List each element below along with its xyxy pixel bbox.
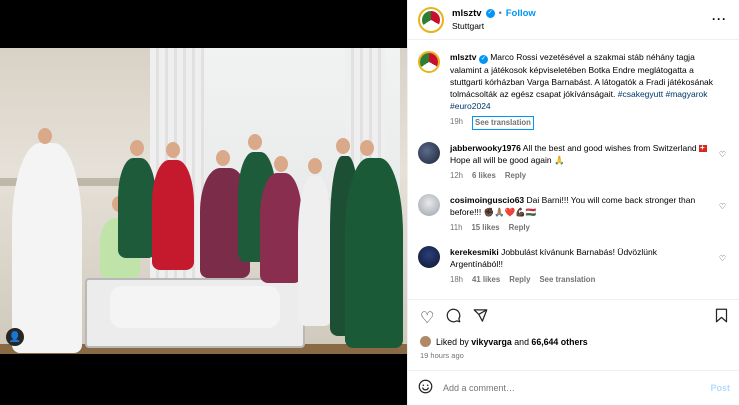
person-nurse-3 [298,176,332,326]
comment-likes[interactable]: 41 likes [472,274,500,286]
crest-icon [420,53,438,71]
verified-icon: ✓ [478,54,488,64]
person-staff-1 [118,158,156,258]
instagram-post-modal: 👤 mlsztv ✓ • Follow Stuttgart ··· mlsztv… [0,0,739,405]
crest-icon [422,10,440,29]
comment-time: 12h [450,170,464,180]
reply-button[interactable]: Reply [509,274,530,286]
liker-username[interactable]: vikyvarga [471,337,512,347]
likes-count[interactable]: 66,644 others [531,337,587,347]
person-head [38,128,52,144]
commenter-avatar[interactable] [418,193,440,216]
post-photo [0,48,407,354]
post-media[interactable]: 👤 [0,0,407,405]
post-location[interactable]: Stuttgart [452,20,536,33]
person-doctor [12,143,82,353]
caption: mlsztv ✓ Marco Rossi vezetésével a szakm… [418,51,730,130]
post-comment-button[interactable]: Post [710,383,730,393]
commenter-avatar[interactable] [418,141,440,164]
caption-time[interactable]: 19h [450,116,463,130]
see-translation-button[interactable]: See translation [472,115,534,130]
author-avatar[interactable] [418,51,440,73]
emoji-icon[interactable] [418,379,433,398]
post-header: mlsztv ✓ • Follow Stuttgart ··· [408,0,739,40]
see-translation-button[interactable]: See translation [539,274,595,286]
person-head [308,158,322,174]
liked-by-and: and [514,336,529,347]
person-head [216,150,230,166]
verified-icon: ✓ [485,8,495,18]
heart-icon[interactable]: ♡ [719,150,726,159]
liker-avatar[interactable] [420,336,431,347]
comment-text: All the best and good wishes from Switze… [522,142,697,153]
person-head [360,140,374,156]
comment-item: cosimoinguscio63 Dai Barni!!! You will c… [418,193,730,234]
reply-button[interactable]: Reply [509,222,530,234]
share-icon[interactable] [473,308,488,328]
comment-input[interactable] [443,383,711,393]
comment-username[interactable]: jabberwooky1976 [450,143,521,153]
comment-likes[interactable]: 6 likes [472,170,496,182]
reply-button[interactable]: Reply [505,170,526,182]
author-info: mlsztv ✓ • Follow Stuttgart [452,7,536,33]
author-avatar[interactable] [418,6,444,33]
liked-by-prefix: Liked by [436,336,469,347]
swiss-flag-icon [699,142,708,154]
person-coach [345,158,403,348]
user-tag-icon[interactable]: 👤 [6,328,24,346]
person-nurse-2 [260,173,302,283]
comment-time: 11h [450,222,463,232]
person-head [336,138,350,154]
more-horizontal-icon[interactable]: ··· [712,12,727,26]
person-player [152,160,194,270]
person-head [166,142,180,158]
comment-likes[interactable]: 15 likes [471,222,499,234]
comment-icon[interactable] [446,308,461,328]
author-username[interactable]: mlsztv [452,7,482,20]
comment-item: jabberwooky1976 All the best and good wi… [418,141,730,182]
comment-username[interactable]: kerekesmiki [450,247,499,257]
person-head [130,140,144,156]
follow-button[interactable]: Follow [506,7,536,20]
action-bar: ♡ [408,299,739,335]
post-sidebar: mlsztv ✓ • Follow Stuttgart ··· mlsztv ✓… [407,0,739,405]
caption-username[interactable]: mlsztv [450,52,476,62]
blanket [110,286,280,328]
comment-item: kerekesmiki Jobbulást kívánunk Barnabás!… [418,245,730,286]
heart-icon[interactable]: ♡ [719,202,726,211]
person-head [248,134,262,150]
heart-icon[interactable]: ♡ [420,308,434,328]
likes-summary: Liked by vikyvarga and 66,644 others [420,336,588,347]
comment-time: 18h [450,274,464,284]
heart-icon[interactable]: ♡ [719,254,726,263]
post-timestamp[interactable]: 19 hours ago [420,351,464,360]
comment-username[interactable]: cosimoinguscio63 [450,195,524,205]
bookmark-icon[interactable] [715,308,728,328]
comment-text-cont: Hope all will be good again 🙏 [450,154,565,165]
comment-composer: Post [408,370,739,405]
commenter-avatar[interactable] [418,245,440,268]
separator-dot: • [498,7,502,18]
comments-scroll[interactable]: mlsztv ✓ Marco Rossi vezetésével a szakm… [408,41,739,296]
person-head [274,156,288,172]
